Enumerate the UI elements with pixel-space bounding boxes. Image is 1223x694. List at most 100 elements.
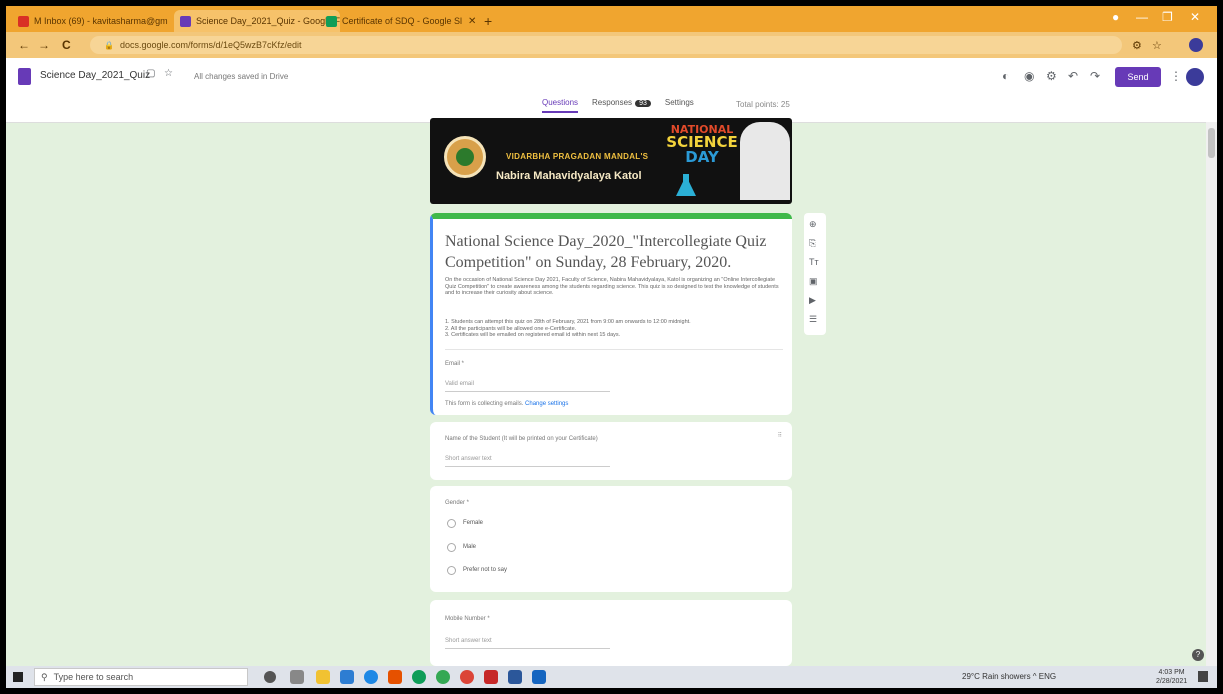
redo-icon[interactable]: ↷ <box>1090 69 1100 83</box>
responses-count-badge: 93 <box>635 100 651 107</box>
browser-tab-slides[interactable]: Certificate of SDQ - Google Sl ✕ <box>320 10 480 32</box>
tab-search-icon[interactable]: ● <box>1112 10 1119 24</box>
taskbar-search[interactable]: ⚲ Type here to search <box>34 668 248 686</box>
form-title-card[interactable]: National Science Day_2020_"Intercollegia… <box>430 213 792 415</box>
preview-icon[interactable]: ◉ <box>1024 69 1034 83</box>
lock-icon: 🔒 <box>104 40 114 50</box>
clock-date: 2/28/2021 <box>1156 678 1188 685</box>
taskbar-clock[interactable]: 4:03 PM 2/28/2021 <box>1156 668 1187 686</box>
tab-responses[interactable]: Responses 93 <box>592 98 651 113</box>
help-icon[interactable]: ? <box>1192 649 1204 661</box>
profile-avatar[interactable] <box>1189 38 1203 52</box>
option-label: Prefer not to say <box>463 567 508 573</box>
change-settings-link[interactable]: Change settings <box>525 401 568 407</box>
forms-icon <box>180 15 191 27</box>
add-section-icon[interactable]: ☰ <box>809 314 817 325</box>
form-tabs: Questions Responses 93 Settings <box>542 98 694 113</box>
folder-icon[interactable]: ▢ <box>146 68 155 79</box>
star-icon[interactable]: ☆ <box>164 68 173 79</box>
tab-settings[interactable]: Settings <box>665 98 694 113</box>
windows-taskbar: ⚲ Type here to search 29°C Rain showers … <box>6 666 1217 688</box>
task-view-icon[interactable] <box>290 670 304 684</box>
form-description[interactable]: On the occasion of National Science Day … <box>445 277 783 297</box>
rule-item: 3. Certificates will be emailed on regis… <box>445 332 621 338</box>
close-icon[interactable]: ✕ <box>462 16 476 27</box>
form-title[interactable]: Science Day_2021_Quiz <box>40 70 150 81</box>
form-heading[interactable]: National Science Day_2020_"Intercollegia… <box>445 231 783 273</box>
add-video-icon[interactable]: ▶ <box>809 295 816 306</box>
tab-responses-label: Responses <box>592 98 633 107</box>
windows-start-icon[interactable] <box>13 672 23 682</box>
question-card-gender[interactable]: Gender * Female Male Prefer not to say <box>430 486 792 592</box>
browser-tab-gmail[interactable]: M Inbox (69) - kavitasharma@gm ✕ <box>12 10 172 32</box>
close-icon[interactable]: ✕ <box>168 16 172 27</box>
question-label: Gender * <box>445 500 470 506</box>
add-image-icon[interactable]: ▣ <box>809 276 818 287</box>
tab-label: Science Day_2021_Quiz - Google F <box>196 16 340 26</box>
radio-female[interactable] <box>447 519 456 528</box>
back-button[interactable]: ← <box>18 38 30 52</box>
photos-icon[interactable] <box>532 670 546 684</box>
word-icon[interactable] <box>508 670 522 684</box>
new-tab-button[interactable]: + <box>484 13 492 29</box>
system-tray[interactable]: 29°C Rain showers ^ ENG <box>962 672 1056 681</box>
page-scrollbar[interactable] <box>1206 122 1217 666</box>
edge-icon[interactable] <box>364 670 378 684</box>
email-field[interactable]: Valid email <box>445 381 474 387</box>
total-points: Total points: 25 <box>736 100 790 109</box>
add-title-icon[interactable]: Tт <box>809 257 819 267</box>
email-underline <box>445 391 610 392</box>
mail-icon[interactable] <box>340 670 354 684</box>
slides-icon <box>326 15 337 27</box>
chrome-icon[interactable] <box>460 670 474 684</box>
tab-questions[interactable]: Questions <box>542 98 579 113</box>
browser-tab-forms[interactable]: Science Day_2021_Quiz - Google F ✕ <box>174 10 340 32</box>
tab-label: M Inbox (69) - kavitasharma@gm <box>34 16 168 26</box>
question-card-mobile[interactable]: Mobile Number * Short answer text <box>430 600 792 666</box>
search-icon: ⚲ <box>41 671 48 682</box>
science-day-logo: NATIONAL SCIENCE DAY <box>662 120 742 204</box>
collecting-emails-note: This form is collecting emails. Change s… <box>445 401 568 407</box>
cortana-icon[interactable] <box>264 671 276 683</box>
divider <box>445 349 783 350</box>
forward-button[interactable]: → <box>38 38 50 52</box>
short-answer-field[interactable]: Short answer text <box>445 638 492 644</box>
chrome-icon[interactable] <box>412 670 426 684</box>
question-card-name[interactable]: Name of the Student (It will be printed … <box>430 422 792 480</box>
college-seal-logo <box>444 136 486 178</box>
gmail-icon <box>18 15 29 27</box>
scrollbar-thumb[interactable] <box>1208 128 1215 158</box>
answer-underline <box>445 648 610 649</box>
radio-prefer-not-to-say[interactable] <box>447 566 456 575</box>
reload-button[interactable]: C <box>62 38 71 52</box>
drag-handle-icon[interactable]: ⠿ <box>778 432 782 439</box>
maximize-button[interactable]: ❐ <box>1162 10 1173 24</box>
import-questions-icon[interactable]: ⎘ <box>809 238 816 249</box>
tab-label: Certificate of SDQ - Google Sl <box>342 16 463 26</box>
account-avatar[interactable] <box>1186 68 1204 86</box>
answer-underline <box>445 466 610 467</box>
file-explorer-icon[interactable] <box>316 670 330 684</box>
short-answer-field[interactable]: Short answer text <box>445 456 492 462</box>
bookmark-icon[interactable]: ☆ <box>1152 39 1162 52</box>
minimize-button[interactable]: — <box>1136 10 1148 24</box>
add-question-icon[interactable]: ⊕ <box>809 219 817 230</box>
send-button[interactable]: Send <box>1115 67 1161 87</box>
palette-icon[interactable]: ◐ <box>1002 69 1009 83</box>
pdf-reader-icon[interactable] <box>484 670 498 684</box>
email-label: Email * <box>445 361 465 367</box>
address-bar[interactable]: 🔒 docs.google.com/forms/d/1eQ5wzB7cKfz/e… <box>90 36 1122 54</box>
close-window-button[interactable]: ✕ <box>1190 10 1200 24</box>
chrome-icon[interactable] <box>436 670 450 684</box>
notification-icon[interactable] <box>1198 671 1208 682</box>
question-toolbar: ⊕ ⎘ Tт ▣ ▶ ☰ <box>804 213 826 335</box>
option-label: Female <box>463 520 484 526</box>
app-icon[interactable] <box>388 670 402 684</box>
collecting-note-text: This form is collecting emails. <box>445 401 524 407</box>
google-forms-icon[interactable] <box>18 68 31 85</box>
undo-icon[interactable]: ↶ <box>1068 69 1078 83</box>
settings-icon[interactable]: ⚙ <box>1046 69 1057 83</box>
more-icon[interactable]: ⋮ <box>1170 69 1182 83</box>
radio-male[interactable] <box>447 543 456 552</box>
extension-icon[interactable]: ⚙ <box>1132 39 1142 52</box>
